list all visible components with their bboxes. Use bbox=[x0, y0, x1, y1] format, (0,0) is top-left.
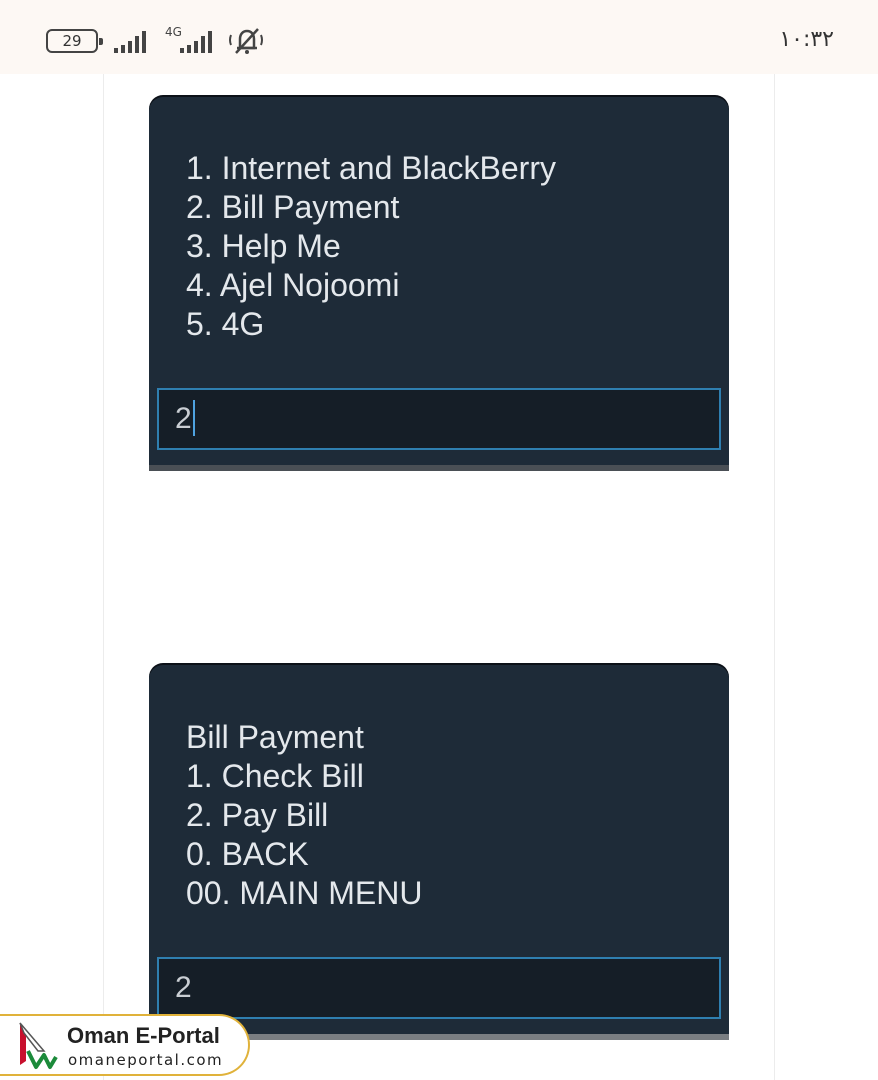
signal-icon bbox=[114, 31, 146, 53]
menu-line: 00. MAIN MENU bbox=[186, 875, 423, 911]
dialog-bottom-edge bbox=[149, 465, 729, 471]
clock: ١٠:٣٢ bbox=[779, 27, 834, 52]
menu-line: 2. Pay Bill bbox=[186, 797, 329, 833]
battery-level: 29 bbox=[62, 32, 82, 50]
menu-line: 5. 4G bbox=[186, 306, 265, 342]
signal-4g-icon bbox=[180, 31, 212, 53]
menu-line: 2. Bill Payment bbox=[186, 189, 400, 225]
ussd-menu-text: 1. Internet and BlackBerry 2. Bill Payme… bbox=[186, 149, 556, 344]
watermark-badge: Oman E-Portal omaneportal.com bbox=[0, 1014, 250, 1076]
mute-icon bbox=[229, 28, 263, 54]
menu-line: 1. Internet and BlackBerry bbox=[186, 150, 556, 186]
ussd-menu-text: Bill Payment 1. Check Bill 2. Pay Bill 0… bbox=[186, 718, 422, 913]
menu-line: 3. Help Me bbox=[186, 228, 341, 264]
oman-eportal-logo-icon bbox=[19, 1022, 58, 1069]
menu-line: 0. BACK bbox=[186, 836, 309, 872]
ussd-reply-input[interactable]: 2 bbox=[157, 957, 721, 1019]
ussd-reply-value: 2 bbox=[175, 402, 192, 435]
menu-line: 4. Ajel Nojoomi bbox=[186, 267, 400, 303]
battery-icon: 29 bbox=[46, 29, 103, 53]
ussd-reply-input[interactable]: 2 bbox=[157, 388, 721, 450]
status-bar: 29 4G ١٠:٣٢ bbox=[0, 0, 878, 74]
text-cursor bbox=[192, 400, 195, 437]
ussd-reply-value: 2 bbox=[175, 971, 192, 1004]
ussd-dialog-main-menu: 1. Internet and BlackBerry 2. Bill Payme… bbox=[149, 97, 729, 471]
watermark-url: omaneportal.com bbox=[68, 1051, 224, 1069]
ussd-dialog-bill-payment: Bill Payment 1. Check Bill 2. Pay Bill 0… bbox=[149, 665, 729, 1040]
menu-line: 1. Check Bill bbox=[186, 758, 364, 794]
watermark-title: Oman E-Portal bbox=[67, 1023, 220, 1048]
menu-line: Bill Payment bbox=[186, 719, 364, 755]
